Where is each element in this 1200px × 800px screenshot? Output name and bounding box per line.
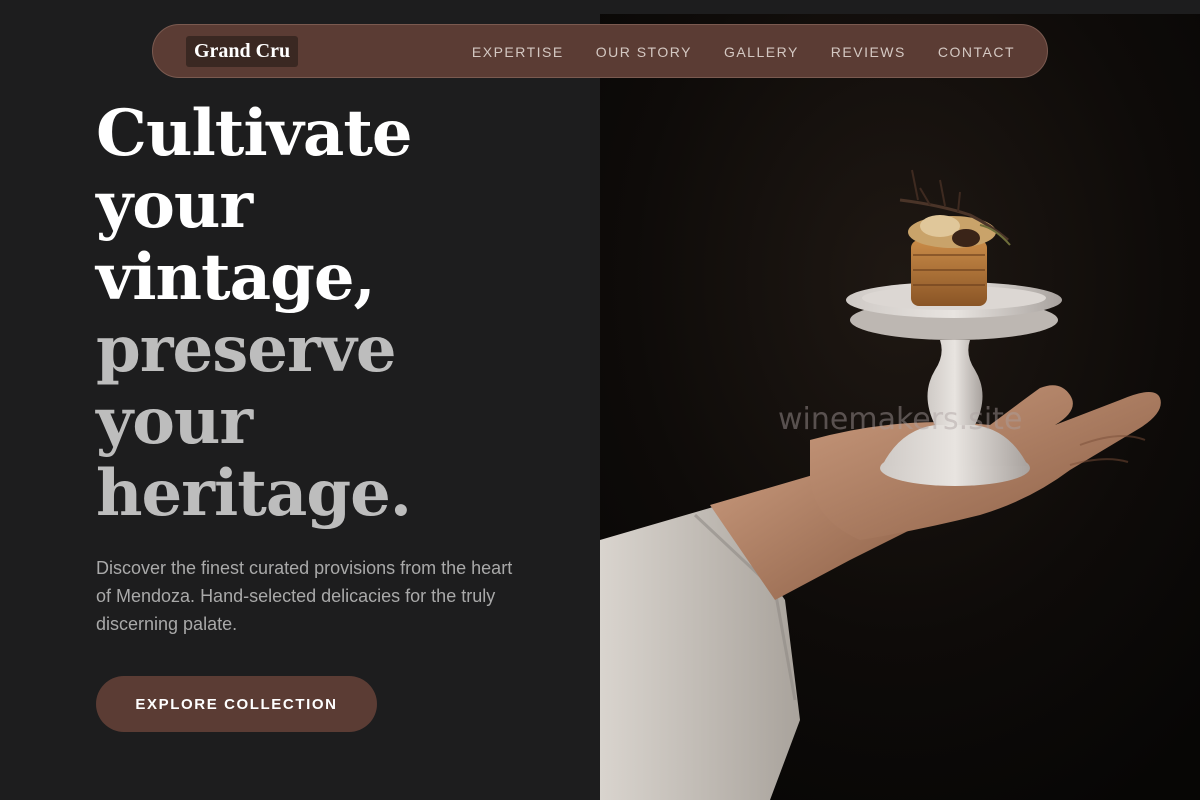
top-navigation-bar: Grand Cru EXPERTISE OUR STORY GALLERY RE… — [152, 24, 1048, 78]
headline-line: vintage, — [96, 240, 376, 315]
nav-link-contact[interactable]: CONTACT — [938, 44, 1015, 60]
chef-hand-dessert-photo — [600, 0, 1200, 800]
explore-collection-button[interactable]: EXPLORE COLLECTION — [96, 676, 377, 732]
nav-link-reviews[interactable]: REVIEWS — [831, 44, 906, 60]
headline-line: your — [96, 168, 253, 243]
hero-image: winemakers.site — [600, 0, 1200, 800]
brand-logo[interactable]: Grand Cru — [186, 36, 299, 67]
hero-headline: Cultivate your vintage, preserve your he… — [96, 98, 556, 530]
watermark-text: winemakers.site — [778, 402, 1023, 437]
nav-link-gallery[interactable]: GALLERY — [724, 44, 799, 60]
headline-line-muted: your — [96, 384, 253, 459]
headline-line-muted: heritage. — [96, 456, 412, 531]
nav-link-expertise[interactable]: EXPERTISE — [472, 44, 564, 60]
top-strip — [600, 0, 1200, 14]
headline-line: Cultivate — [96, 96, 413, 171]
hero-description: Discover the finest curated provisions f… — [96, 558, 513, 634]
nav-link-our-story[interactable]: OUR STORY — [596, 44, 692, 60]
nav-links: EXPERTISE OUR STORY GALLERY REVIEWS CONT… — [472, 25, 1015, 79]
headline-line-muted: preserve — [96, 312, 397, 387]
